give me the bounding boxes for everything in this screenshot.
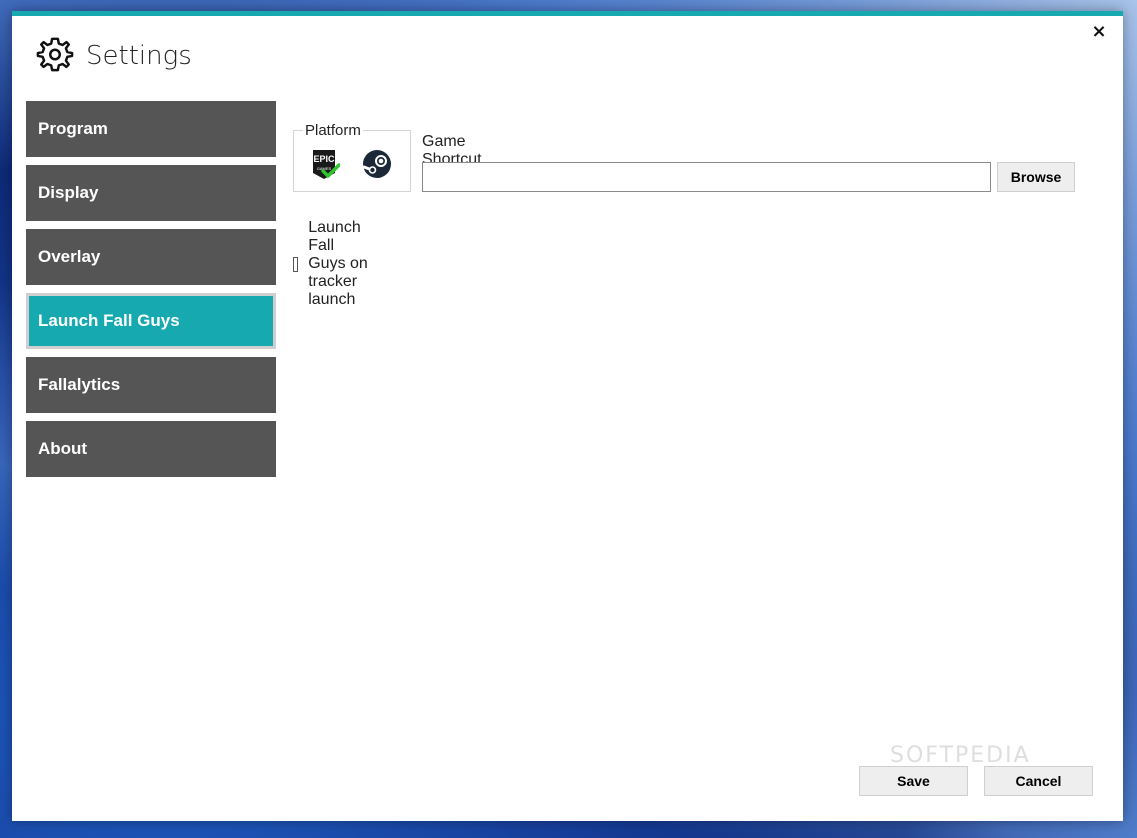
settings-window: × Settings Program Display Overlay Launc… — [12, 11, 1123, 821]
sidebar: Program Display Overlay Launch Fall Guys… — [26, 101, 276, 485]
sidebar-item-overlay[interactable]: Overlay — [26, 229, 276, 285]
gear-icon — [36, 35, 74, 77]
svg-text:EPIC: EPIC — [313, 154, 335, 164]
save-button[interactable]: Save — [859, 766, 968, 796]
platform-group: Platform EPIC GAMES — [293, 122, 411, 192]
title-bar: Settings — [36, 34, 192, 78]
window-title: Settings — [86, 41, 192, 71]
epic-games-icon[interactable]: EPIC GAMES — [312, 149, 341, 181]
sidebar-item-display[interactable]: Display — [26, 165, 276, 221]
sidebar-item-program[interactable]: Program — [26, 101, 276, 157]
close-button[interactable]: × — [1089, 22, 1109, 42]
steam-icon[interactable] — [362, 149, 392, 179]
sidebar-item-fallalytics[interactable]: Fallalytics — [26, 357, 276, 413]
cancel-button[interactable]: Cancel — [984, 766, 1093, 796]
launch-on-tracker-checkbox[interactable] — [293, 256, 299, 272]
platform-label: Platform — [303, 122, 363, 139]
softpedia-watermark: SOFTPEDIA — [890, 743, 1031, 768]
launch-on-tracker-label[interactable]: Launch Fall Guys on tracker launch — [308, 219, 370, 309]
sidebar-item-about[interactable]: About — [26, 421, 276, 477]
game-shortcut-input[interactable] — [422, 162, 991, 192]
browse-button[interactable]: Browse — [997, 162, 1075, 192]
launch-on-tracker-option: Launch Fall Guys on tracker launch — [293, 219, 371, 309]
sidebar-item-launch-fall-guys[interactable]: Launch Fall Guys — [26, 293, 276, 349]
